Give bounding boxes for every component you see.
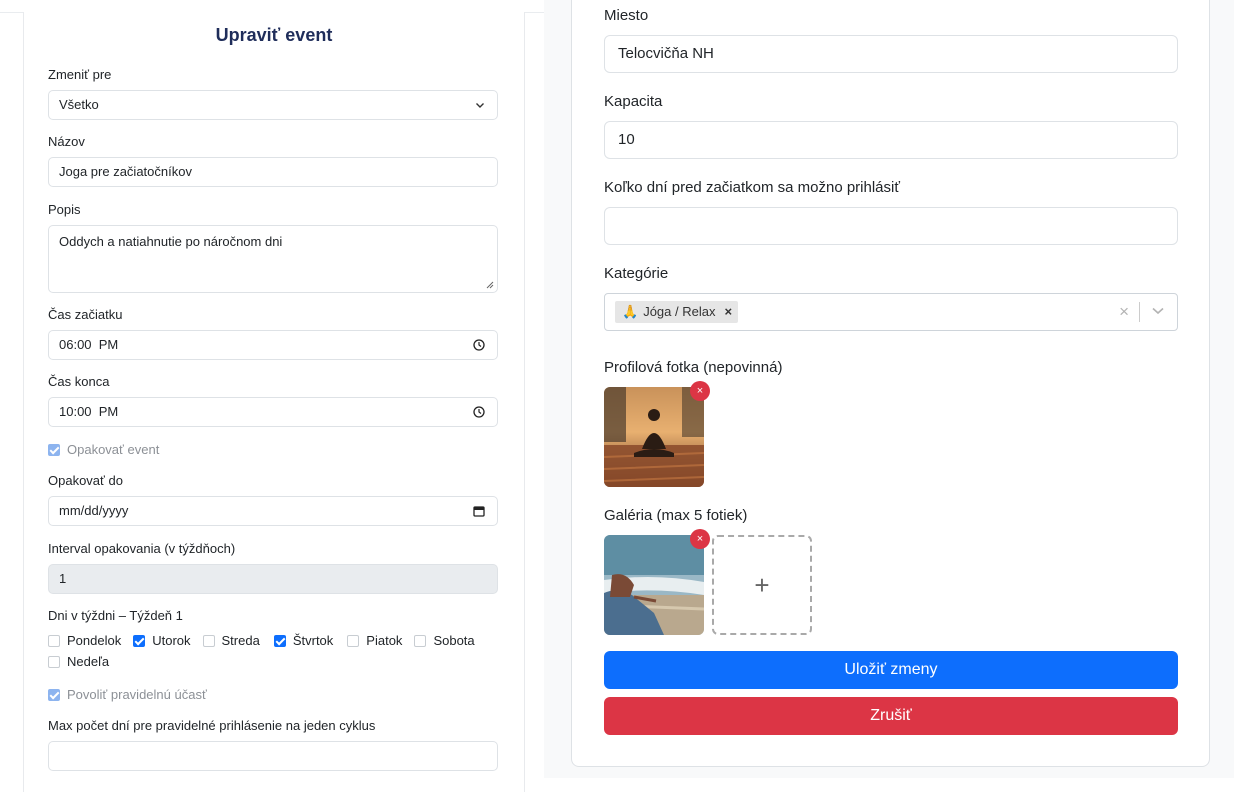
regular-participation-row[interactable]: Povoliť pravidelnú účasť — [48, 687, 207, 702]
repeat-until-label: Opakovať do — [48, 473, 123, 488]
clock-icon[interactable] — [473, 406, 485, 418]
name-label: Názov — [48, 134, 85, 149]
max-days-label: Max počet dní pre pravidelné prihlásenie… — [48, 718, 376, 733]
remove-gallery-photo-button[interactable]: × — [690, 529, 710, 549]
day-thursday[interactable]: Štvrtok — [273, 633, 334, 648]
end-time-label: Čas konca — [48, 374, 110, 389]
page-title: Upraviť event — [215, 25, 333, 45]
day-label: Piatok — [366, 633, 403, 648]
category-chip-label: Jóga / Relax — [643, 304, 716, 319]
categories-label: Kategórie — [604, 265, 669, 282]
day-wednesday[interactable]: Streda — [202, 633, 260, 648]
signup-days-input[interactable] — [604, 207, 1178, 245]
save-changes-button[interactable]: Uložiť zmeny — [604, 651, 1178, 689]
name-input[interactable]: Joga pre začiatočníkov — [48, 157, 498, 187]
day-label: Nedeľa — [67, 654, 110, 669]
repeat-event-label: Opakovať event — [67, 442, 160, 457]
repeat-event-checkbox-row[interactable]: Opakovať event — [48, 442, 159, 457]
weekdays-label: Dni v týždni – Týždeň 1 — [48, 608, 183, 623]
start-time-value: 06:00 PM — [59, 337, 119, 352]
select-separator — [1139, 302, 1140, 322]
change-for-value: Všetko — [59, 97, 99, 112]
capacity-input[interactable]: 10 — [604, 121, 1178, 159]
prayer-hands-icon: 🙏 — [622, 304, 639, 319]
yoga-sunset-photo — [604, 387, 704, 487]
start-time-label: Čas začiatku — [48, 307, 123, 322]
regular-participation-checkbox[interactable] — [48, 688, 60, 701]
interval-label: Interval opakovania (v týždňoch) — [48, 541, 236, 556]
day-label: Štvrtok — [292, 633, 334, 648]
day-monday[interactable]: Pondelok — [48, 633, 121, 648]
gallery-photo-thumbnail[interactable] — [604, 535, 704, 635]
category-chip: 🙏 Jóga / Relax × — [615, 301, 739, 323]
change-for-select[interactable]: Všetko — [48, 90, 498, 120]
repeat-until-input[interactable]: mm/dd/yyyy — [48, 496, 498, 526]
day-sunday[interactable]: Nedeľa — [48, 654, 109, 669]
day-checkbox[interactable] — [347, 634, 360, 647]
day-label: Streda — [221, 633, 260, 648]
day-checkbox[interactable] — [48, 634, 60, 647]
day-checkbox[interactable] — [202, 634, 215, 647]
day-tuesday[interactable]: Utorok — [133, 633, 191, 648]
repeat-event-checkbox[interactable] — [48, 443, 60, 456]
capacity-label: Kapacita — [604, 93, 663, 110]
weekdays-row-1: Pondelok Utorok Streda Štvrtok Piatok So… — [48, 633, 487, 648]
regular-participation-label: Povoliť pravidelnú účasť — [67, 687, 207, 702]
end-time-input[interactable]: 10:00 PM — [48, 397, 498, 427]
location-input[interactable]: Telocvičňa NH — [604, 35, 1178, 73]
weekdays-row-2: Nedeľa — [48, 654, 121, 669]
add-gallery-photo-button[interactable]: + — [712, 535, 812, 635]
description-label: Popis — [48, 202, 81, 217]
chevron-down-icon — [476, 103, 484, 108]
profile-photo-label: Profilová fotka (nepovinná) — [604, 359, 783, 376]
day-checkbox[interactable] — [273, 634, 286, 647]
profile-photo-thumbnail[interactable] — [604, 387, 704, 487]
chevron-down-icon[interactable] — [1152, 307, 1164, 315]
day-checkbox[interactable] — [414, 634, 427, 647]
clear-icon[interactable]: × — [1119, 303, 1129, 321]
repeat-until-value: mm/dd/yyyy — [59, 503, 129, 518]
interval-input: 1 — [48, 564, 498, 594]
change-for-label: Zmeniť pre — [48, 67, 112, 82]
remove-profile-photo-button[interactable]: × — [690, 381, 710, 401]
day-saturday[interactable]: Sobota — [414, 633, 475, 648]
day-friday[interactable]: Piatok — [347, 633, 402, 648]
yoga-beach-photo — [604, 535, 704, 635]
chip-remove-icon[interactable]: × — [724, 301, 732, 323]
clock-icon[interactable] — [473, 339, 485, 351]
day-label: Pondelok — [67, 633, 122, 648]
plus-icon: + — [754, 570, 770, 600]
gallery-label: Galéria (max 5 fotiek) — [604, 507, 748, 524]
resize-grip-icon[interactable] — [485, 280, 494, 289]
day-checkbox[interactable] — [133, 634, 146, 647]
calendar-icon[interactable] — [473, 505, 485, 517]
day-label: Utorok — [152, 633, 191, 648]
max-days-input[interactable] — [48, 741, 498, 771]
description-value: Oddych a natiahnutie po náročnom dni — [59, 234, 283, 249]
cancel-button[interactable]: Zrušiť — [604, 697, 1178, 735]
description-textarea[interactable]: Oddych a natiahnutie po náročnom dni — [48, 225, 498, 293]
start-time-input[interactable]: 06:00 PM — [48, 330, 498, 360]
day-label: Sobota — [433, 633, 475, 648]
signup-days-label: Koľko dní pred začiatkom sa možno prihlá… — [604, 179, 900, 196]
categories-multiselect[interactable]: 🙏 Jóga / Relax × × — [604, 293, 1178, 331]
location-label: Miesto — [604, 7, 649, 24]
end-time-value: 10:00 PM — [59, 404, 119, 419]
day-checkbox[interactable] — [48, 655, 60, 668]
